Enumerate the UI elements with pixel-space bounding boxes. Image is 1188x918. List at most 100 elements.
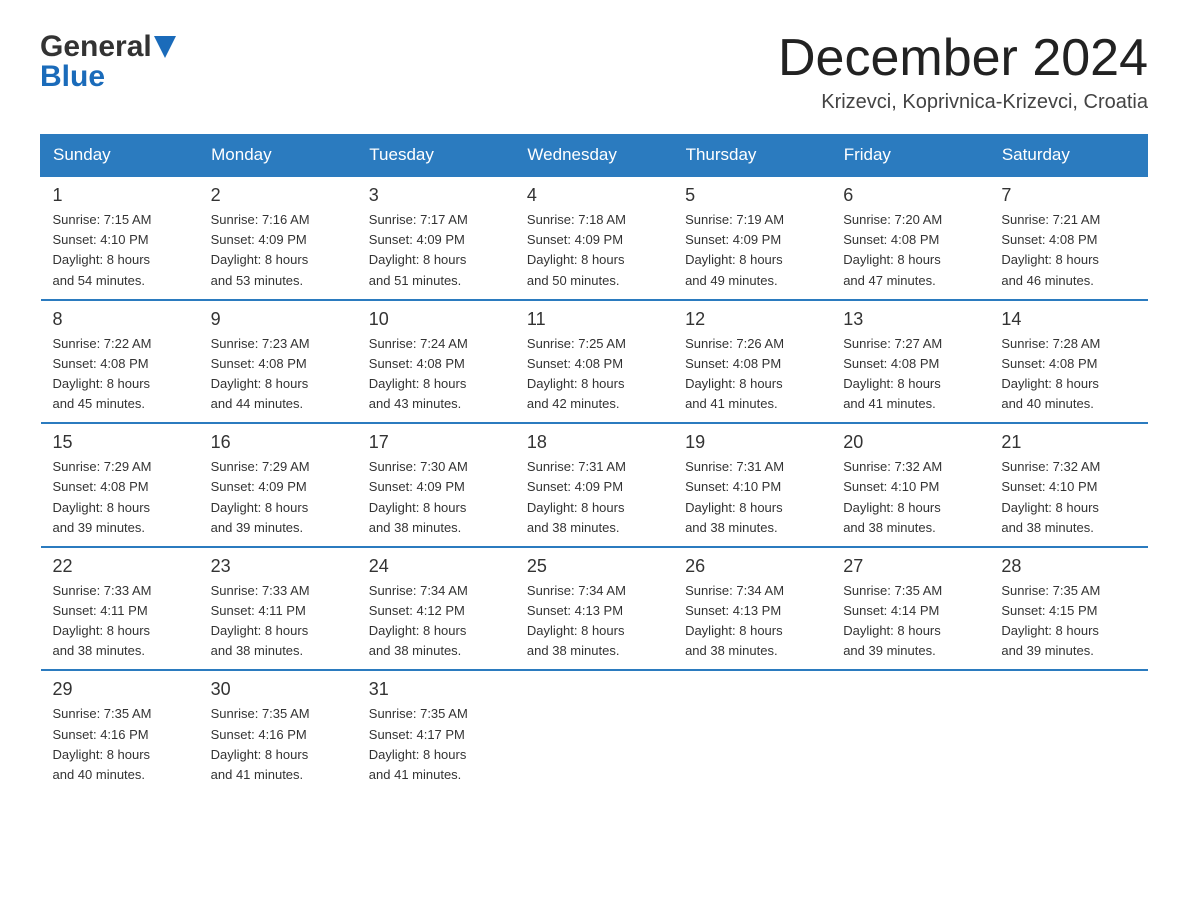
calendar-cell: 15 Sunrise: 7:29 AMSunset: 4:08 PMDaylig… — [41, 423, 199, 547]
weekday-header-tuesday: Tuesday — [357, 135, 515, 177]
location-subtitle: Krizevci, Koprivnica-Krizevci, Croatia — [778, 91, 1148, 114]
day-number: 21 — [1001, 432, 1135, 453]
day-number: 15 — [53, 432, 187, 453]
calendar-week-5: 29 Sunrise: 7:35 AMSunset: 4:16 PMDaylig… — [41, 670, 1148, 793]
day-info: Sunrise: 7:23 AMSunset: 4:08 PMDaylight:… — [211, 334, 345, 415]
day-info: Sunrise: 7:27 AMSunset: 4:08 PMDaylight:… — [843, 334, 977, 415]
day-info: Sunrise: 7:19 AMSunset: 4:09 PMDaylight:… — [685, 210, 819, 291]
day-info: Sunrise: 7:21 AMSunset: 4:08 PMDaylight:… — [1001, 210, 1135, 291]
calendar-cell: 10 Sunrise: 7:24 AMSunset: 4:08 PMDaylig… — [357, 300, 515, 424]
day-number: 24 — [369, 556, 503, 577]
calendar-week-3: 15 Sunrise: 7:29 AMSunset: 4:08 PMDaylig… — [41, 423, 1148, 547]
logo: General Blue — [40, 30, 176, 94]
title-section: December 2024 Krizevci, Koprivnica-Krize… — [778, 30, 1148, 114]
day-number: 14 — [1001, 309, 1135, 330]
calendar-cell: 22 Sunrise: 7:33 AMSunset: 4:11 PMDaylig… — [41, 547, 199, 671]
weekday-header-saturday: Saturday — [989, 135, 1147, 177]
day-info: Sunrise: 7:34 AMSunset: 4:12 PMDaylight:… — [369, 581, 503, 662]
calendar-cell: 24 Sunrise: 7:34 AMSunset: 4:12 PMDaylig… — [357, 547, 515, 671]
day-info: Sunrise: 7:25 AMSunset: 4:08 PMDaylight:… — [527, 334, 661, 415]
day-number: 19 — [685, 432, 819, 453]
day-info: Sunrise: 7:33 AMSunset: 4:11 PMDaylight:… — [53, 581, 187, 662]
day-number: 28 — [1001, 556, 1135, 577]
calendar-cell: 12 Sunrise: 7:26 AMSunset: 4:08 PMDaylig… — [673, 300, 831, 424]
calendar-cell: 4 Sunrise: 7:18 AMSunset: 4:09 PMDayligh… — [515, 176, 673, 300]
day-number: 23 — [211, 556, 345, 577]
day-number: 9 — [211, 309, 345, 330]
day-number: 11 — [527, 309, 661, 330]
calendar-cell: 7 Sunrise: 7:21 AMSunset: 4:08 PMDayligh… — [989, 176, 1147, 300]
logo-triangle-icon — [154, 36, 176, 58]
day-number: 20 — [843, 432, 977, 453]
calendar-cell: 18 Sunrise: 7:31 AMSunset: 4:09 PMDaylig… — [515, 423, 673, 547]
weekday-header-thursday: Thursday — [673, 135, 831, 177]
day-number: 4 — [527, 185, 661, 206]
calendar-cell: 31 Sunrise: 7:35 AMSunset: 4:17 PMDaylig… — [357, 670, 515, 793]
day-info: Sunrise: 7:29 AMSunset: 4:08 PMDaylight:… — [53, 457, 187, 538]
day-info: Sunrise: 7:33 AMSunset: 4:11 PMDaylight:… — [211, 581, 345, 662]
day-info: Sunrise: 7:32 AMSunset: 4:10 PMDaylight:… — [1001, 457, 1135, 538]
weekday-header-sunday: Sunday — [41, 135, 199, 177]
day-number: 27 — [843, 556, 977, 577]
calendar-cell: 9 Sunrise: 7:23 AMSunset: 4:08 PMDayligh… — [199, 300, 357, 424]
day-number: 1 — [53, 185, 187, 206]
calendar-week-2: 8 Sunrise: 7:22 AMSunset: 4:08 PMDayligh… — [41, 300, 1148, 424]
calendar-cell: 28 Sunrise: 7:35 AMSunset: 4:15 PMDaylig… — [989, 547, 1147, 671]
calendar-cell: 6 Sunrise: 7:20 AMSunset: 4:08 PMDayligh… — [831, 176, 989, 300]
calendar-cell: 29 Sunrise: 7:35 AMSunset: 4:16 PMDaylig… — [41, 670, 199, 793]
calendar-cell: 21 Sunrise: 7:32 AMSunset: 4:10 PMDaylig… — [989, 423, 1147, 547]
calendar-cell: 2 Sunrise: 7:16 AMSunset: 4:09 PMDayligh… — [199, 176, 357, 300]
day-number: 16 — [211, 432, 345, 453]
day-info: Sunrise: 7:16 AMSunset: 4:09 PMDaylight:… — [211, 210, 345, 291]
calendar-cell: 30 Sunrise: 7:35 AMSunset: 4:16 PMDaylig… — [199, 670, 357, 793]
day-info: Sunrise: 7:30 AMSunset: 4:09 PMDaylight:… — [369, 457, 503, 538]
calendar-cell: 17 Sunrise: 7:30 AMSunset: 4:09 PMDaylig… — [357, 423, 515, 547]
calendar-cell: 25 Sunrise: 7:34 AMSunset: 4:13 PMDaylig… — [515, 547, 673, 671]
day-info: Sunrise: 7:35 AMSunset: 4:15 PMDaylight:… — [1001, 581, 1135, 662]
day-info: Sunrise: 7:17 AMSunset: 4:09 PMDaylight:… — [369, 210, 503, 291]
calendar-cell: 20 Sunrise: 7:32 AMSunset: 4:10 PMDaylig… — [831, 423, 989, 547]
day-number: 5 — [685, 185, 819, 206]
calendar-week-1: 1 Sunrise: 7:15 AMSunset: 4:10 PMDayligh… — [41, 176, 1148, 300]
day-info: Sunrise: 7:35 AMSunset: 4:17 PMDaylight:… — [369, 704, 503, 785]
day-number: 25 — [527, 556, 661, 577]
day-number: 6 — [843, 185, 977, 206]
calendar-cell: 5 Sunrise: 7:19 AMSunset: 4:09 PMDayligh… — [673, 176, 831, 300]
day-number: 10 — [369, 309, 503, 330]
day-info: Sunrise: 7:26 AMSunset: 4:08 PMDaylight:… — [685, 334, 819, 415]
day-info: Sunrise: 7:24 AMSunset: 4:08 PMDaylight:… — [369, 334, 503, 415]
weekday-header-row: SundayMondayTuesdayWednesdayThursdayFrid… — [41, 135, 1148, 177]
calendar-cell: 26 Sunrise: 7:34 AMSunset: 4:13 PMDaylig… — [673, 547, 831, 671]
logo-blue: Blue — [40, 60, 105, 94]
day-number: 8 — [53, 309, 187, 330]
calendar-cell — [515, 670, 673, 793]
page-header: General Blue December 2024 Krizevci, Kop… — [40, 30, 1148, 114]
calendar-cell: 14 Sunrise: 7:28 AMSunset: 4:08 PMDaylig… — [989, 300, 1147, 424]
day-info: Sunrise: 7:35 AMSunset: 4:16 PMDaylight:… — [53, 704, 187, 785]
calendar-cell: 19 Sunrise: 7:31 AMSunset: 4:10 PMDaylig… — [673, 423, 831, 547]
calendar-cell: 3 Sunrise: 7:17 AMSunset: 4:09 PMDayligh… — [357, 176, 515, 300]
day-number: 2 — [211, 185, 345, 206]
day-info: Sunrise: 7:35 AMSunset: 4:14 PMDaylight:… — [843, 581, 977, 662]
day-number: 30 — [211, 679, 345, 700]
calendar-table: SundayMondayTuesdayWednesdayThursdayFrid… — [40, 134, 1148, 793]
calendar-cell: 1 Sunrise: 7:15 AMSunset: 4:10 PMDayligh… — [41, 176, 199, 300]
day-number: 18 — [527, 432, 661, 453]
calendar-cell: 27 Sunrise: 7:35 AMSunset: 4:14 PMDaylig… — [831, 547, 989, 671]
logo-general: General — [40, 30, 152, 64]
calendar-cell — [831, 670, 989, 793]
calendar-cell: 16 Sunrise: 7:29 AMSunset: 4:09 PMDaylig… — [199, 423, 357, 547]
calendar-week-4: 22 Sunrise: 7:33 AMSunset: 4:11 PMDaylig… — [41, 547, 1148, 671]
weekday-header-wednesday: Wednesday — [515, 135, 673, 177]
day-info: Sunrise: 7:32 AMSunset: 4:10 PMDaylight:… — [843, 457, 977, 538]
day-info: Sunrise: 7:31 AMSunset: 4:10 PMDaylight:… — [685, 457, 819, 538]
calendar-cell — [673, 670, 831, 793]
calendar-cell: 11 Sunrise: 7:25 AMSunset: 4:08 PMDaylig… — [515, 300, 673, 424]
calendar-cell — [989, 670, 1147, 793]
day-info: Sunrise: 7:15 AMSunset: 4:10 PMDaylight:… — [53, 210, 187, 291]
day-number: 12 — [685, 309, 819, 330]
day-number: 17 — [369, 432, 503, 453]
day-info: Sunrise: 7:22 AMSunset: 4:08 PMDaylight:… — [53, 334, 187, 415]
day-info: Sunrise: 7:18 AMSunset: 4:09 PMDaylight:… — [527, 210, 661, 291]
calendar-cell: 8 Sunrise: 7:22 AMSunset: 4:08 PMDayligh… — [41, 300, 199, 424]
